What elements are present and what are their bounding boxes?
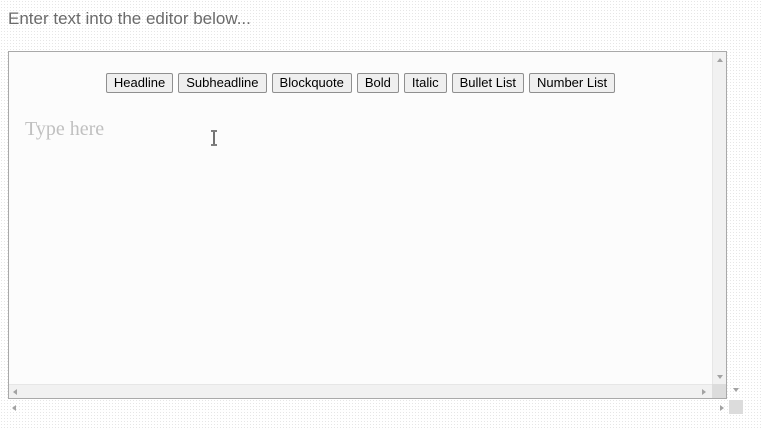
page-scrollbar-corner xyxy=(729,400,743,414)
page-horizontal-scrollbar[interactable] xyxy=(8,400,728,416)
page-scroll-left-icon[interactable] xyxy=(12,405,16,411)
number-list-button[interactable]: Number List xyxy=(529,73,616,93)
scroll-up-icon[interactable] xyxy=(717,58,723,62)
text-cursor-icon xyxy=(211,130,217,146)
scroll-right-icon[interactable] xyxy=(702,389,706,395)
editor-vertical-scrollbar[interactable] xyxy=(712,52,726,384)
editor-toolbar: Headline Subheadline Blockquote Bold Ita… xyxy=(9,73,712,93)
editor-placeholder: Type here xyxy=(25,118,105,140)
blockquote-button[interactable]: Blockquote xyxy=(271,73,352,93)
page-scroll-down-icon[interactable] xyxy=(733,388,739,392)
scrollbar-corner xyxy=(712,384,726,398)
bullet-list-button[interactable]: Bullet List xyxy=(451,73,524,93)
italic-button[interactable]: Italic xyxy=(403,73,447,93)
editor-content[interactable]: Type here xyxy=(25,118,706,378)
scroll-down-icon[interactable] xyxy=(717,375,723,379)
page-vertical-scrollbar[interactable] xyxy=(728,51,744,401)
instruction-text: Enter text into the editor below... xyxy=(8,9,251,28)
headline-button[interactable]: Headline xyxy=(105,73,174,93)
scroll-left-icon[interactable] xyxy=(13,389,17,395)
editor-frame[interactable]: Headline Subheadline Blockquote Bold Ita… xyxy=(8,51,727,399)
subheadline-button[interactable]: Subheadline xyxy=(178,73,267,93)
editor-horizontal-scrollbar[interactable] xyxy=(9,384,712,398)
bold-button[interactable]: Bold xyxy=(356,73,399,93)
page-scroll-right-icon[interactable] xyxy=(720,405,724,411)
